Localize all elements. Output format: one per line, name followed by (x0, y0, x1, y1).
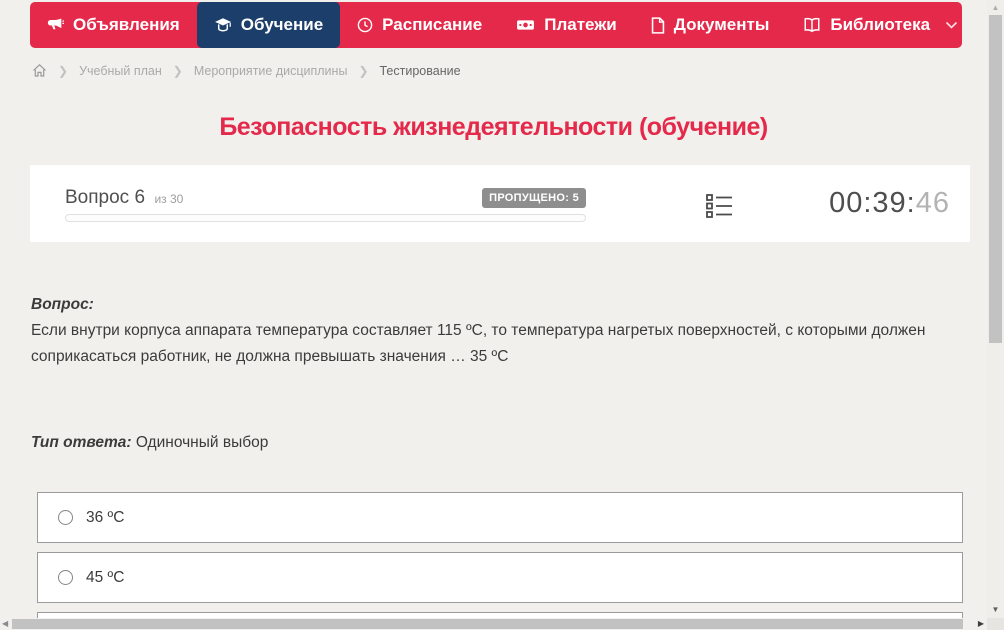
question-total: из 30 (154, 192, 184, 206)
horizontal-scrollbar-thumb[interactable] (12, 619, 963, 629)
timer-seconds: 46 (915, 187, 950, 219)
answer-type-value: Одиночный выбор (135, 434, 269, 451)
nav-item-label: Библиотека (830, 15, 931, 34)
vertical-scrollbar[interactable]: ▲ ▼ (987, 0, 1004, 618)
horizontal-scrollbar[interactable]: ◀ ▶ (0, 618, 987, 630)
answer-option-2[interactable]: 45 ºС (37, 552, 963, 603)
top-navbar: Объявления Обучение Расписание Платежи Д… (30, 2, 962, 48)
nav-item-schedule[interactable]: Расписание (340, 2, 499, 48)
nav-item-training[interactable]: Обучение (196, 2, 341, 48)
timer: 00:39:46 (829, 187, 950, 220)
question-label: Вопрос: (31, 296, 94, 313)
scroll-up-arrow[interactable]: ▲ (987, 3, 1004, 12)
question-panel: Вопрос 6 из 30 ПРОПУЩЕНО: 5 00:39:46 (30, 165, 970, 242)
timer-hours-minutes: 00:39: (829, 187, 916, 219)
document-icon (651, 16, 665, 34)
progress-bar (65, 214, 586, 222)
megaphone-icon (47, 17, 64, 34)
scroll-down-arrow[interactable]: ▼ (987, 605, 1004, 614)
question-number: Вопрос 6 (65, 187, 146, 208)
nav-item-announcements[interactable]: Объявления (30, 2, 197, 48)
nav-item-label: Обучение (240, 15, 324, 34)
page-title: Безопасность жизнедеятельности (обучение… (219, 113, 768, 141)
breadcrumb-study-plan[interactable]: Учебный план (79, 64, 162, 78)
clock-icon (357, 17, 373, 33)
breadcrumb-separator: ❯ (358, 63, 369, 78)
question-list-button[interactable] (704, 192, 734, 222)
nav-item-payments[interactable]: Платежи (499, 2, 634, 48)
chevron-down-icon (945, 21, 958, 30)
answer-option-label: 45 ºС (86, 568, 125, 586)
question-body: Вопрос: Если внутри корпуса аппарата тем… (31, 292, 971, 456)
nav-item-label: Документы (673, 15, 770, 34)
nav-item-label: Расписание (382, 15, 483, 34)
nav-item-library[interactable]: Библиотека (786, 2, 975, 48)
scroll-right-arrow[interactable]: ▶ (978, 618, 984, 630)
nav-item-label: Объявления (73, 15, 180, 34)
skipped-badge: ПРОПУЩЕНО: 5 (482, 188, 586, 208)
answer-type-label: Тип ответа: (31, 434, 132, 451)
vertical-scrollbar-thumb[interactable] (989, 15, 1002, 343)
banknote-icon (516, 17, 535, 33)
graduation-cap-icon (214, 17, 232, 33)
nav-item-label: Платежи (544, 15, 617, 34)
open-book-icon (803, 17, 821, 33)
question-list-icon (705, 193, 733, 222)
breadcrumb-separator: ❯ (172, 63, 183, 78)
breadcrumb-separator: ❯ (58, 63, 69, 78)
radio-button[interactable] (58, 570, 73, 585)
answer-option-1[interactable]: 36 ºС (37, 492, 963, 543)
breadcrumb: ❯ Учебный план ❯ Мероприятие дисциплины … (32, 63, 461, 78)
radio-button[interactable] (58, 510, 73, 525)
breadcrumb-discipline-event[interactable]: Мероприятие дисциплины (194, 64, 348, 78)
home-icon[interactable] (32, 63, 47, 78)
answer-option-label: 36 ºС (86, 508, 125, 526)
nav-item-documents[interactable]: Документы (634, 2, 787, 48)
breadcrumb-testing: Тестирование (379, 63, 461, 78)
question-text: Если внутри корпуса аппарата температура… (31, 322, 926, 365)
scrollbar-corner (987, 618, 1004, 630)
scroll-left-arrow[interactable]: ◀ (2, 618, 8, 630)
